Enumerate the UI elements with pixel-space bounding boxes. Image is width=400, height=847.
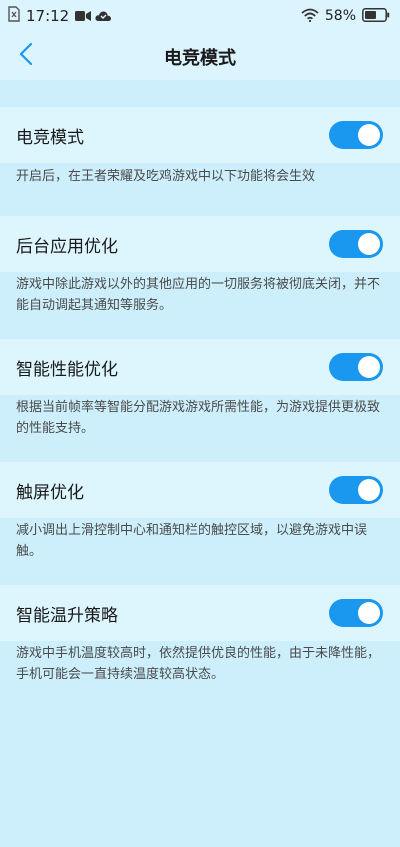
esports-mode-toggle[interactable] (329, 121, 383, 149)
video-recording-icon (75, 7, 92, 26)
status-time: 17:12 (26, 7, 70, 25)
status-bar: 17:12 58% (0, 0, 400, 32)
toggle-knob (358, 124, 380, 146)
background-app-optimization-toggle[interactable] (329, 230, 383, 258)
cloud-icon (95, 7, 112, 26)
setting-row: 电竞模式 (0, 107, 400, 163)
setting-row: 触屏优化 (0, 462, 400, 518)
setting-label: 后台应用优化 (16, 237, 118, 257)
setting-label: 智能温升策略 (16, 606, 118, 626)
touchscreen-optimization-toggle[interactable] (329, 476, 383, 504)
setting-description: 游戏中手机温度较高时，依然提供优良的性能，由于未降性能，手机可能会一直持续温度较… (16, 646, 381, 682)
sim-icon (8, 6, 20, 26)
setting-row: 智能性能优化 (0, 339, 400, 395)
status-bar-left: 17:12 (8, 6, 112, 26)
toggle-knob (358, 479, 380, 501)
toggle-knob (358, 233, 380, 255)
battery-percent: 58% (324, 8, 356, 24)
status-bar-right: 58% (301, 6, 390, 26)
setting-description: 减小调出上滑控制中心和通知栏的触控区域，以避免游戏中误触。 (16, 523, 368, 559)
setting-description: 游戏中除此游戏以外的其他应用的一切服务将被彻底关闭，并不能自动调起其通知等服务。 (16, 277, 381, 313)
wifi-icon (301, 7, 319, 26)
setting-label: 电竞模式 (16, 128, 84, 148)
setting-label: 触屏优化 (16, 483, 84, 503)
setting-row: 智能温升策略 (0, 585, 400, 641)
battery-icon (362, 7, 390, 26)
setting-description: 开启后，在王者荣耀及吃鸡游戏中以下功能将会生效 (16, 169, 316, 184)
header: 电竞模式 (0, 32, 400, 80)
toggle-knob (358, 602, 380, 624)
setting-description: 根据当前帧率等智能分配游戏游戏所需性能，为游戏提供更极致的性能支持。 (16, 400, 381, 436)
setting-row: 后台应用优化 (0, 216, 400, 272)
setting-label: 智能性能优化 (16, 360, 118, 380)
toggle-knob (358, 356, 380, 378)
page-title: 电竞模式 (164, 48, 236, 69)
smart-performance-optimization-toggle[interactable] (329, 353, 383, 381)
smart-thermal-strategy-toggle[interactable] (329, 599, 383, 627)
